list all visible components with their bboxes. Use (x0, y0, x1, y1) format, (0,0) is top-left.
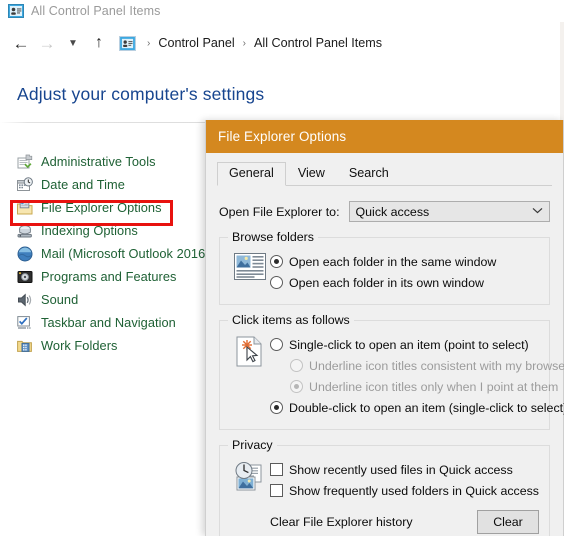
up-arrow-icon: ↑ (95, 34, 103, 51)
chevron-down-icon (532, 206, 545, 217)
radio-open-same-window[interactable]: Open each folder in the same window (270, 251, 539, 272)
list-item-label: Administrative Tools (41, 154, 156, 169)
page-title: Adjust your computer's settings (17, 84, 265, 104)
dialog-titlebar: File Explorer Options (206, 120, 563, 153)
radio-label: Underline icon titles consistent with my… (309, 358, 564, 373)
open-file-explorer-to-row: Open File Explorer to: Quick access (219, 201, 550, 222)
radio-label: Open each folder in its own window (289, 275, 484, 290)
radio-indicator (290, 380, 303, 393)
taskbar-and-navigation-icon (17, 315, 33, 331)
programs-and-features-icon (17, 269, 33, 285)
list-item-label: Programs and Features (41, 269, 177, 284)
window-title: All Control Panel Items (31, 4, 161, 18)
radio-label: Open each folder in the same window (289, 254, 497, 269)
date-and-time-icon (17, 176, 33, 193)
control-panel-icon (119, 35, 136, 51)
clear-history-row: Clear File Explorer history Clear (230, 510, 539, 534)
list-item-label: Work Folders (41, 338, 118, 353)
recent-locations-button[interactable]: ▼ (60, 30, 86, 56)
forward-arrow-icon: → (38, 33, 56, 53)
radio-label: Double-click to open an item (single-cli… (289, 400, 564, 415)
checkbox-label: Show frequently used folders in Quick ac… (289, 483, 540, 498)
general-tab-content: Open File Explorer to: Quick access Brow… (206, 201, 564, 536)
file-explorer-options-icon (17, 200, 33, 216)
privacy-group: Privacy Show recently used files in Quic… (219, 438, 550, 536)
radio-indicator (290, 359, 303, 372)
clear-history-label: Clear File Explorer history (270, 515, 413, 529)
click-items-group: Click items as follows Single-click to o… (219, 313, 564, 430)
checkbox-indicator (270, 463, 283, 476)
chevron-down-icon: ▼ (68, 37, 78, 49)
tab-label: Search (348, 166, 389, 180)
list-item-label: Mail (Microsoft Outlook 2016) (3 (41, 246, 225, 261)
radio-underline-on-point[interactable]: Underline icon titles only when I point … (270, 376, 564, 397)
file-explorer-options-dialog: File Explorer Options General View Searc… (205, 120, 564, 536)
up-button[interactable]: ↑ (86, 30, 112, 56)
work-folders-icon (17, 338, 33, 354)
administrative-tools-icon (17, 154, 33, 170)
window-titlebar: All Control Panel Items (0, 0, 564, 22)
radio-open-own-window[interactable]: Open each folder in its own window (270, 272, 539, 293)
list-item-label: Taskbar and Navigation (41, 315, 176, 330)
radio-indicator (270, 255, 283, 268)
clear-button[interactable]: Clear (477, 510, 539, 534)
radio-label: Underline icon titles only when I point … (309, 379, 559, 394)
checkbox-indicator (270, 484, 283, 497)
checkbox-show-recent-files[interactable]: Show recently used files in Quick access (270, 459, 539, 480)
privacy-title: Privacy (228, 438, 277, 452)
dialog-title: File Explorer Options (218, 129, 347, 144)
privacy-history-icon (230, 459, 270, 501)
click-items-title: Click items as follows (228, 313, 354, 327)
navigation-bar: ← → ▼ ↑ › Control Panel › All Control Pa… (0, 26, 564, 60)
back-button[interactable]: ← (8, 30, 34, 56)
tab-view[interactable]: View (286, 162, 337, 186)
checkbox-label: Show recently used files in Quick access (289, 462, 513, 477)
dialog-body: General View Search Open File Explorer t… (206, 153, 564, 536)
open-file-explorer-to-select[interactable]: Quick access (348, 201, 550, 222)
address-bar[interactable]: › Control Panel › All Control Panel Item… (118, 31, 564, 55)
breadcrumb-control-panel[interactable]: Control Panel (156, 36, 236, 50)
radio-indicator (270, 276, 283, 289)
breadcrumb-separator: › (147, 37, 151, 49)
control-panel-icon (8, 4, 24, 18)
breadcrumb-separator: › (242, 37, 246, 49)
breadcrumb-all-control-panel-items[interactable]: All Control Panel Items (252, 36, 384, 50)
list-item-label: Sound (41, 292, 79, 307)
tab-general[interactable]: General (217, 162, 286, 186)
tab-label: General (229, 166, 274, 180)
click-items-icon (230, 334, 270, 418)
radio-double-click[interactable]: Double-click to open an item (single-cli… (270, 397, 564, 418)
open-file-explorer-to-label: Open File Explorer to: (219, 204, 340, 219)
select-value: Quick access (355, 204, 430, 219)
browse-folders-icon (230, 251, 270, 293)
mail-icon (17, 246, 33, 262)
radio-indicator (270, 401, 283, 414)
dialog-tabs: General View Search (217, 162, 563, 186)
screenshot-root: All Control Panel Items ← → ▼ ↑ › Contro… (0, 0, 564, 536)
tab-label: View (297, 166, 325, 180)
indexing-options-icon (17, 223, 33, 239)
radio-single-click[interactable]: Single-click to open an item (point to s… (270, 334, 564, 355)
list-item-label: Date and Time (41, 177, 125, 192)
radio-label: Single-click to open an item (point to s… (289, 337, 529, 352)
tab-search[interactable]: Search (337, 162, 401, 186)
browse-folders-group: Browse folders Open each folder in the s… (219, 230, 550, 305)
radio-indicator (270, 338, 283, 351)
list-item-label: File Explorer Options (41, 200, 162, 215)
forward-button[interactable]: → (34, 30, 60, 56)
checkbox-show-frequent-folders[interactable]: Show frequently used folders in Quick ac… (270, 480, 539, 501)
back-arrow-icon: ← (12, 33, 30, 53)
browse-folders-title: Browse folders (228, 230, 318, 244)
heading-divider (0, 122, 232, 123)
sound-icon (17, 292, 33, 308)
radio-underline-consistent-browser[interactable]: Underline icon titles consistent with my… (270, 355, 564, 376)
list-item-label: Indexing Options (41, 223, 138, 238)
